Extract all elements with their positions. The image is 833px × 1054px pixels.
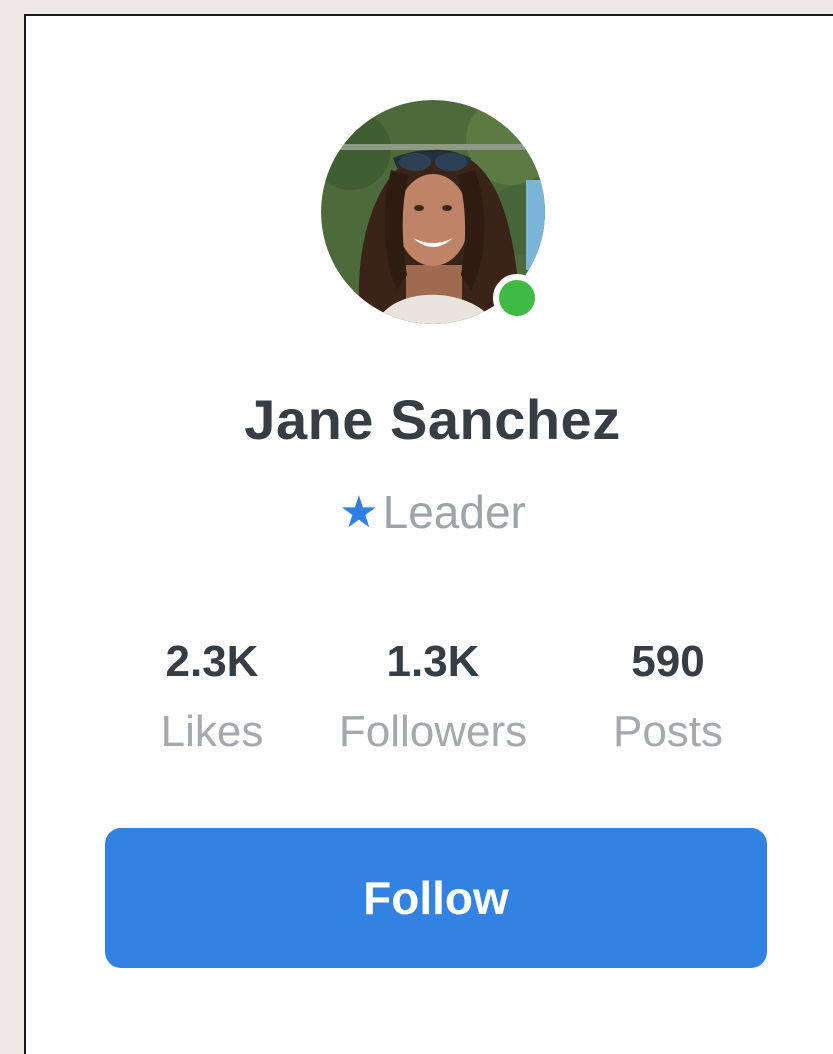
- profile-card: Jane Sanchez ★Leader 2.3K Likes 1.3K Fol…: [24, 14, 833, 1054]
- stat-label: Followers: [338, 707, 528, 756]
- stat-value: 1.3K: [386, 637, 480, 686]
- profile-role: ★Leader: [26, 484, 833, 541]
- follow-button[interactable]: Follow: [105, 828, 767, 968]
- profile-name: Jane Sanchez: [244, 388, 621, 451]
- stat-likes: 2.3K Likes: [126, 634, 298, 760]
- online-status-indicator: [493, 274, 541, 322]
- stat-label: Likes: [160, 707, 264, 756]
- stat-value: 590: [631, 637, 705, 686]
- stat-posts: 590 Posts: [586, 634, 750, 760]
- stat-label: Posts: [612, 707, 724, 756]
- stat-followers: 1.3K Followers: [318, 634, 548, 760]
- role-label: Leader: [382, 486, 526, 538]
- stat-value: 2.3K: [165, 637, 259, 686]
- avatar-container: [321, 100, 545, 324]
- star-icon: ★: [339, 488, 379, 537]
